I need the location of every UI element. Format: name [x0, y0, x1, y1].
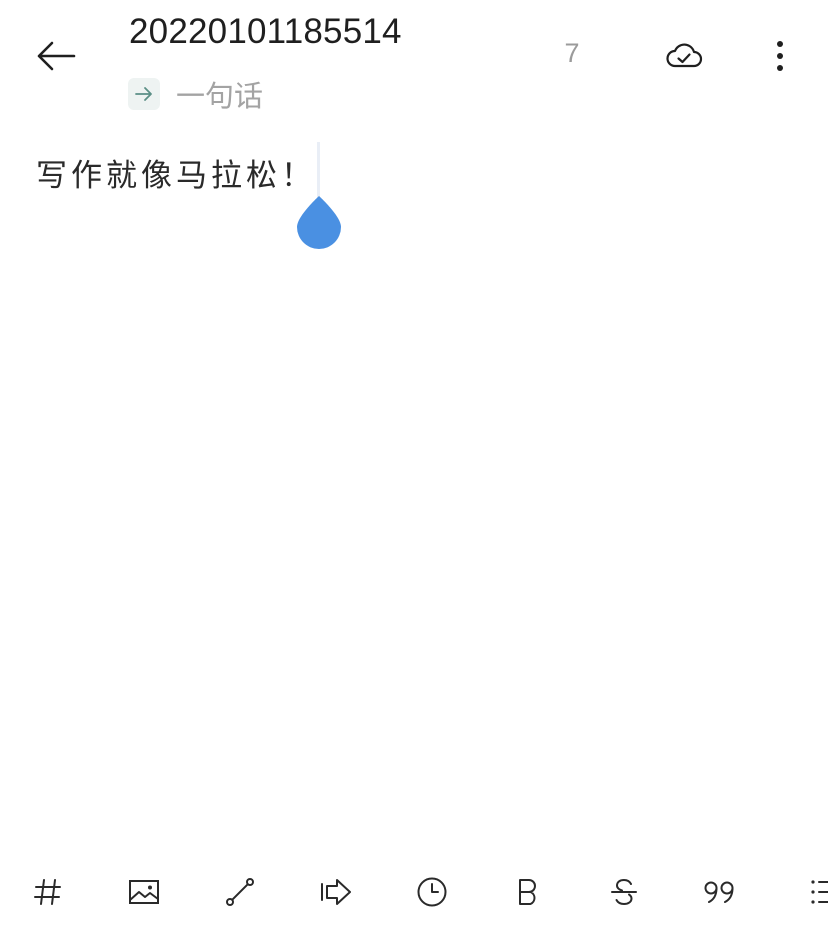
quote-button[interactable]: [692, 860, 748, 924]
formatting-toolbar: [0, 860, 828, 924]
more-vertical-icon: [777, 41, 783, 71]
list-button[interactable]: [790, 860, 828, 924]
link-button[interactable]: [212, 860, 268, 924]
teardrop-handle-icon: [297, 196, 341, 249]
indent-icon: [321, 879, 351, 905]
more-button[interactable]: [760, 32, 800, 80]
indent-button[interactable]: [308, 860, 364, 924]
arrow-right-icon: [135, 87, 152, 101]
timestamp-button[interactable]: [404, 860, 460, 924]
folder-name: 一句话: [176, 79, 264, 113]
bold-button[interactable]: [500, 860, 556, 924]
strikethrough-button[interactable]: [596, 860, 652, 924]
clock-icon: [417, 877, 447, 907]
back-button[interactable]: [28, 32, 84, 80]
hashtag-button[interactable]: [20, 860, 76, 924]
hashtag-icon: [34, 879, 61, 905]
cursor-handle[interactable]: [297, 194, 341, 250]
list-icon: [811, 880, 828, 904]
word-count: 7: [564, 38, 580, 68]
note-title[interactable]: 20220101185514: [129, 12, 402, 52]
folder-chip: [128, 78, 160, 110]
sync-button[interactable]: [660, 34, 708, 78]
image-icon: [129, 880, 159, 904]
link-icon: [226, 878, 254, 906]
bold-icon: [519, 879, 536, 905]
strikethrough-icon: [611, 878, 637, 906]
folder-selector[interactable]: 一句话: [128, 74, 263, 114]
quote-icon: [704, 881, 734, 903]
cloud-check-icon: [666, 43, 703, 68]
image-button[interactable]: [116, 860, 172, 924]
arrow-left-icon: [37, 41, 76, 71]
note-editor[interactable]: 写作就像马拉松！: [36, 150, 796, 830]
